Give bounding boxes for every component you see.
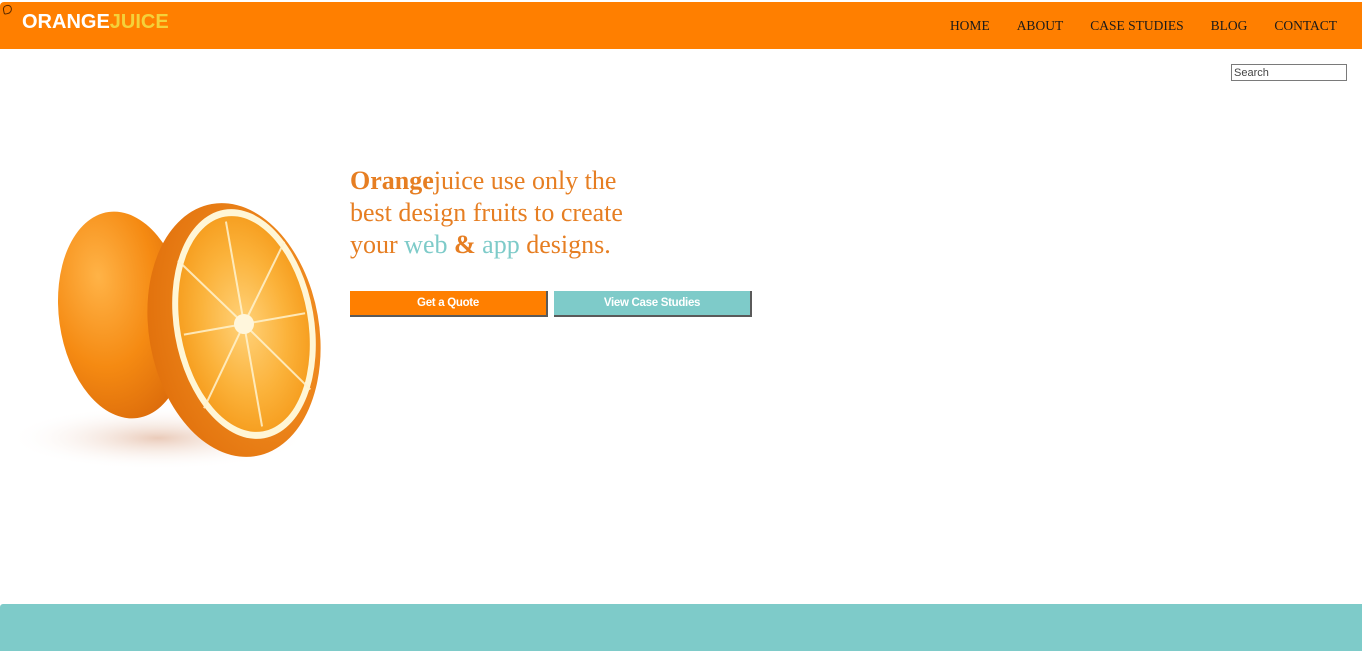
orange-fruit-image — [8, 203, 321, 470]
view-case-studies-button[interactable]: View Case Studies — [554, 291, 752, 317]
hero-ampersand: & — [454, 230, 476, 259]
page: ORANGEJUICE HOME ABOUT CASE STUDIES BLOG… — [0, 0, 1362, 651]
hero-web-word: web — [404, 230, 448, 259]
nav-home[interactable]: HOME — [950, 18, 990, 34]
site-logo[interactable]: ORANGEJUICE — [22, 10, 169, 34]
hero-line1: juice use only the — [433, 166, 617, 195]
leaf-icon — [2, 4, 13, 15]
search-input[interactable] — [1231, 64, 1347, 81]
hero-line3-pre: your — [350, 230, 405, 259]
nav-case-studies[interactable]: CASE STUDIES — [1090, 18, 1183, 34]
hero-line3-post: designs. — [519, 230, 611, 259]
site-header: ORANGEJUICE HOME ABOUT CASE STUDIES BLOG… — [0, 2, 1362, 49]
logo-text-juice: JUICE — [109, 11, 169, 33]
logo-text-orange: ORANGE — [22, 11, 110, 33]
hero-tagline: Orangejuice use only the best design fru… — [350, 165, 680, 261]
nav-contact[interactable]: CONTACT — [1274, 18, 1337, 34]
nav-about[interactable]: ABOUT — [1017, 18, 1064, 34]
footer-band — [0, 604, 1362, 651]
nav-blog[interactable]: BLOG — [1211, 18, 1248, 34]
hero-line2: best design fruits to create — [350, 198, 623, 227]
hero-brand-word: Orange — [350, 166, 434, 195]
get-quote-button[interactable]: Get a Quote — [350, 291, 548, 317]
hero-app-word: app — [482, 230, 520, 259]
main-nav: HOME ABOUT CASE STUDIES BLOG CONTACT — [949, 2, 1362, 49]
